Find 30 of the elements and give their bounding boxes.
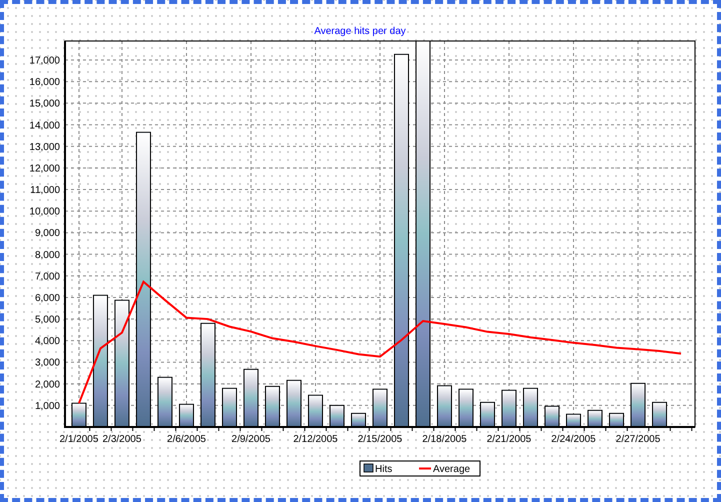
x-axis-label: 2/9/2005 [232, 434, 270, 445]
y-axis-label: 7,000 [34, 271, 60, 282]
y-axis-label: 16,000 [29, 77, 60, 88]
y-axis-label: 2,000 [34, 379, 60, 390]
y-axis-label: 6,000 [34, 292, 60, 304]
x-axis-label: 2/21/2005 [486, 434, 532, 445]
y-axis-label: 5,000 [34, 314, 60, 326]
y-axis-label: 14,000 [29, 120, 60, 132]
y-axis-label: 12,000 [29, 163, 60, 174]
x-axis-label: 2/12/2005 [293, 434, 338, 445]
x-axis-label: 2/18/2005 [422, 434, 467, 445]
x-axis-label: 2/27/2005 [616, 434, 660, 445]
x-axis-label: 2/1/2005 [60, 434, 98, 445]
legend-label: Average [433, 464, 470, 475]
y-axis-label: 4,000 [34, 336, 60, 348]
y-axis-label: 8,000 [34, 250, 60, 261]
y-axis-label: 9,000 [34, 228, 60, 240]
x-axis-label: 2/6/2005 [167, 434, 206, 445]
y-axis-label: 17,000 [29, 56, 60, 66]
y-axis-label: 3,000 [34, 358, 60, 369]
y-axis-label: 13,000 [29, 142, 60, 153]
chart-title: Average hits per day [314, 26, 406, 37]
x-axis-label: 2/24/2005 [551, 434, 596, 445]
x-axis-label: 2/3/2005 [102, 434, 142, 445]
y-axis-label: 15,000 [29, 98, 60, 110]
legend-label: Hits [375, 464, 392, 475]
x-axis-label: 2/15/2005 [358, 434, 402, 445]
y-axis-label: 1,000 [34, 400, 60, 412]
y-axis-label: 11,000 [30, 185, 60, 196]
y-axis-label: 10,000 [29, 206, 60, 218]
